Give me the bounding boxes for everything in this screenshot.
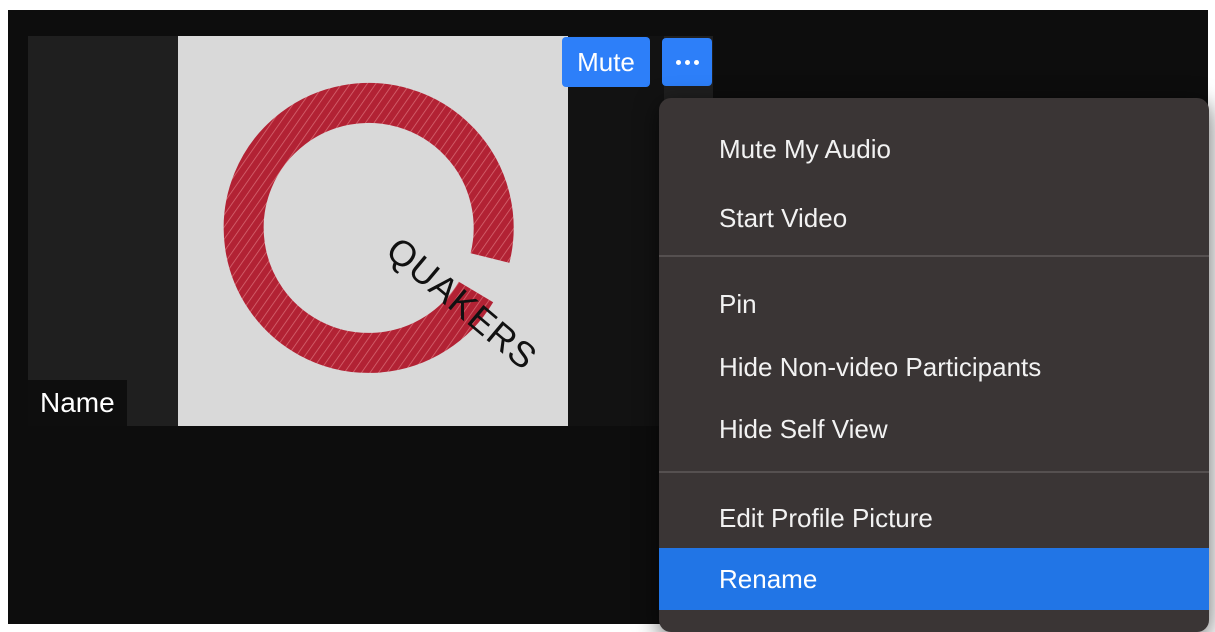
menu-divider: [659, 255, 1209, 257]
quakers-logo: QUAKERS: [223, 82, 545, 378]
more-dots-icon: [693, 59, 699, 65]
menu-item-pin[interactable]: Pin: [659, 273, 1209, 335]
menu-item-start-video[interactable]: Start Video: [659, 187, 1209, 249]
menu-item-hide-self-view[interactable]: Hide Self View: [659, 398, 1209, 460]
menu-item-mute-my-audio[interactable]: Mute My Audio: [659, 118, 1209, 180]
menu-item-rename[interactable]: Rename: [659, 548, 1209, 610]
participant-name-label: Name: [28, 380, 127, 426]
menu-divider: [659, 471, 1209, 473]
menu-item-hide-non-video-participants[interactable]: Hide Non-video Participants: [659, 336, 1209, 398]
mute-button[interactable]: Mute: [562, 37, 650, 87]
participant-context-menu: Mute My Audio Start Video Pin Hide Non-v…: [659, 98, 1209, 632]
more-dots-icon: [675, 59, 681, 65]
tile-shadow-area: [568, 36, 664, 426]
meeting-stage: QUAKERS Name Mute Mute My Audio Start Vi…: [8, 10, 1209, 632]
profile-picture: QUAKERS: [178, 36, 568, 426]
more-dots-icon: [684, 59, 690, 65]
more-options-button[interactable]: [662, 38, 712, 86]
menu-item-edit-profile-picture[interactable]: Edit Profile Picture: [659, 487, 1209, 549]
